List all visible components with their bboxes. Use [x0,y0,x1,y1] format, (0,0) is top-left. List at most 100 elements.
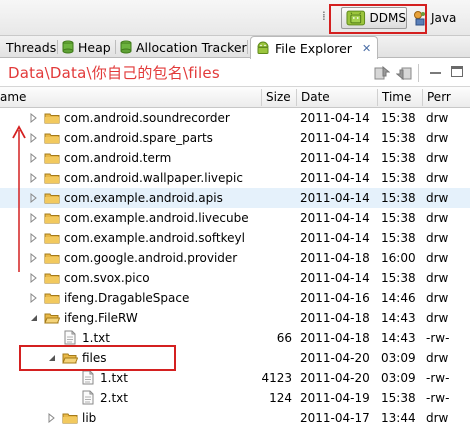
minimize-icon[interactable] [430,72,441,74]
row-permissions: drw [426,111,449,125]
row-date: 2011-04-16 [300,291,370,305]
row-permissions: drw [426,171,449,185]
row-permissions: drw [426,251,449,265]
collapsed-twisty-icon[interactable] [30,273,38,283]
text-file-icon [82,370,94,385]
collapsed-twisty-icon[interactable] [48,413,56,423]
folder-icon [62,413,78,424]
row-permissions: drw [426,191,449,205]
row-time: 15:38 [381,171,416,185]
collapsed-twisty-icon[interactable] [30,113,38,123]
row-size [240,108,292,128]
row-time: 13:44 [381,411,416,425]
row-date: 2011-04-14 [300,231,370,245]
row-time: 15:38 [381,211,416,225]
table-row[interactable]: com.example.android.apis 2011-04-14 15:38 d… [0,188,470,208]
text-file-icon [82,390,94,405]
row-date: 2011-04-19 [300,391,370,405]
tab-file-explorer[interactable]: File Explorer ✕ [250,36,378,59]
row-size [240,268,292,288]
table-row[interactable]: lib 2011-04-17 13:44 drw [0,408,470,428]
collapsed-twisty-icon[interactable] [30,133,38,143]
collapsed-twisty-icon[interactable] [30,153,38,163]
push-file-icon[interactable] [396,66,412,80]
collapsed-twisty-icon[interactable] [30,193,38,203]
text-file-icon [64,330,76,345]
collapsed-twisty-icon[interactable] [30,293,38,303]
tab-allocation-tracker[interactable]: Allocation Tracker [120,36,247,58]
allocation-tracker-icon [120,40,132,54]
row-date: 2011-04-20 [300,351,370,365]
table-row[interactable]: com.svox.pico 2011-04-14 15:38 drw [0,268,470,288]
row-name: ifeng.FileRW [64,311,138,325]
folder-icon [44,233,60,244]
row-name: com.google.android.provider [64,251,238,265]
pull-file-icon[interactable] [374,66,390,80]
row-name: com.example.android.apis [64,191,223,205]
row-size [240,248,292,268]
folder-icon [44,273,60,284]
column-permissions-header[interactable]: Perr [423,87,470,108]
row-date: 2011-04-14 [300,131,370,145]
row-size [240,148,292,168]
tab-heap[interactable]: Heap [62,36,111,58]
folder-icon [44,213,60,224]
row-permissions: drw [426,211,449,225]
table-row[interactable]: com.example.android.softkeyl 2011-04-14 15… [0,228,470,248]
table-row[interactable]: com.android.term 2011-04-14 15:38 drw [0,148,470,168]
table-row[interactable]: com.android.soundrecorder 2011-04-14 15:38… [0,108,470,128]
collapsed-twisty-icon[interactable] [30,213,38,223]
collapsed-twisty-icon[interactable] [30,233,38,243]
files-highlight-box [19,345,176,371]
table-row[interactable]: com.android.wallpaper.livepic 2011-04-14 1… [0,168,470,188]
row-date: 2011-04-18 [300,311,370,325]
row-time: 03:09 [381,351,416,365]
tab-heap-label: Heap [78,39,111,55]
collapsed-twisty-icon[interactable] [30,173,38,183]
row-time: 15:38 [381,111,416,125]
view-tab-bar: Threads Heap Allocation Tracker File Exp… [0,36,470,59]
row-permissions: drw [426,271,449,285]
tab-divider [247,40,248,54]
column-size-header[interactable]: Size [262,87,296,108]
row-size [240,188,292,208]
column-date-header[interactable]: Date [297,87,377,108]
row-name: com.android.term [64,151,172,165]
row-time: 14:43 [381,331,416,345]
row-date: 2011-04-14 [300,171,370,185]
table-row[interactable]: com.google.android.provider 2011-04-18 16:… [0,248,470,268]
tab-file-explorer-label: File Explorer [275,40,352,56]
column-time-header[interactable]: Time [378,87,422,108]
tab-threads-label: Threads [6,39,57,55]
folder-icon [44,313,60,324]
perspective-bar: ⁞ DDMS Java [0,0,470,36]
row-time: 15:38 [381,391,416,405]
row-permissions: -rw- [426,331,450,345]
file-tree: com.android.soundrecorder 2011-04-14 15:38… [0,108,470,430]
row-time: 15:38 [381,271,416,285]
tab-divider [115,40,116,54]
collapsed-twisty-icon[interactable] [30,253,38,263]
table-row[interactable]: 2.txt 124 2011-04-19 15:38 -rw- [0,388,470,408]
table-row[interactable]: com.android.spare_parts 2011-04-14 15:38 dr… [0,128,470,148]
expanded-twisty-icon[interactable] [30,313,38,323]
android-file-explorer-icon [257,41,269,54]
row-name: 1.txt [100,371,128,385]
row-time: 16:00 [381,251,416,265]
row-name: com.example.android.livecube [64,211,249,225]
table-row[interactable]: ifeng.FileRW 2011-04-18 14:43 drw [0,308,470,328]
row-date: 2011-04-14 [300,211,370,225]
tab-divider [57,40,58,54]
java-label: Java [431,11,457,25]
row-name: com.android.spare_parts [64,131,213,145]
tab-threads[interactable]: Threads [6,36,56,58]
row-permissions: drw [426,411,449,425]
table-row[interactable]: ifeng.DragableSpace 2011-04-16 14:46 drw [0,288,470,308]
column-name-header[interactable]: ame [0,87,258,108]
table-row[interactable]: com.example.android.livecube 2011-04-14 15… [0,208,470,228]
row-size: 66 [276,331,292,345]
row-date: 2011-04-17 [300,411,370,425]
maximize-icon[interactable] [451,66,463,77]
close-icon[interactable]: ✕ [362,42,371,55]
table-row[interactable]: 1.txt 4123 2011-04-20 03:09 -rw- [0,368,470,388]
